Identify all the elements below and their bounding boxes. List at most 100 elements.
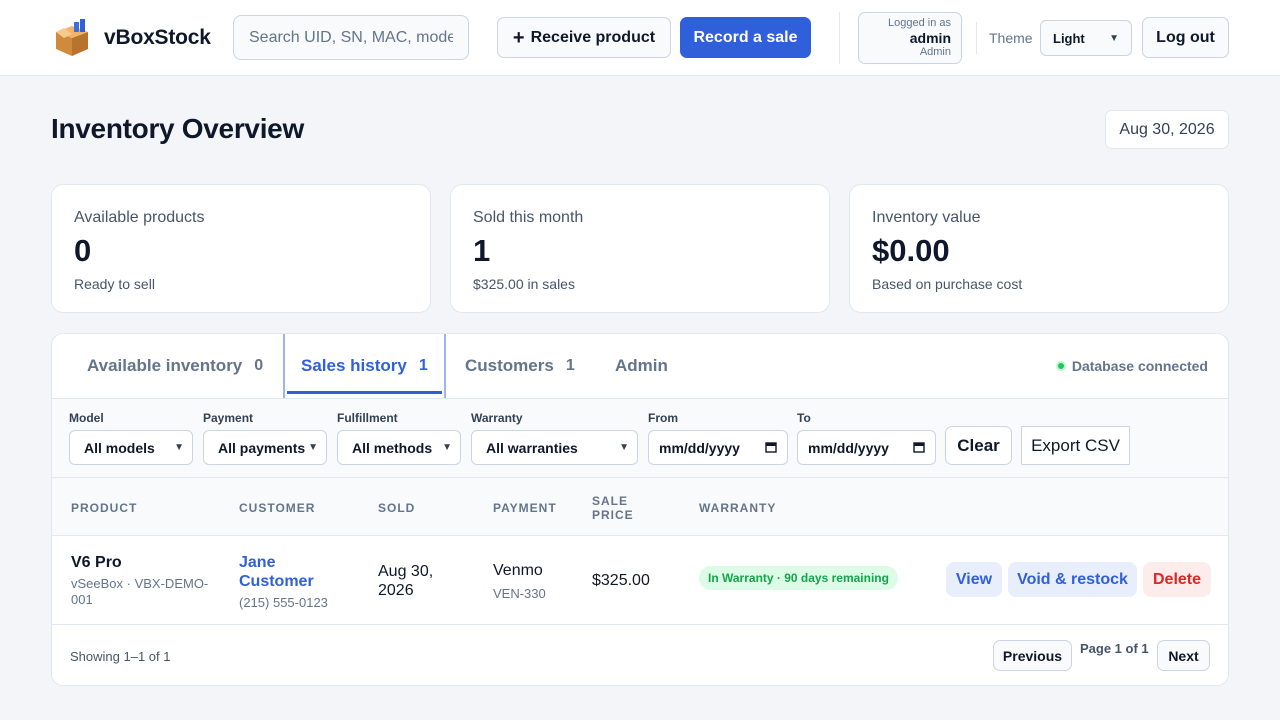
stat-value: 0 — [74, 233, 92, 268]
header-divider — [839, 12, 840, 64]
chevron-down-icon: ▼ — [308, 442, 318, 453]
warranty-badge: In Warranty · 90 days remaining — [699, 566, 898, 590]
stat-subtitle: Based on purchase cost — [872, 276, 1023, 292]
delete-button[interactable]: Delete — [1143, 562, 1211, 597]
product-cell: V6 Pro vSeeBox · VBX-DEMO-001 — [71, 554, 211, 608]
column-header-sale-price: Sale price — [592, 494, 634, 522]
calendar-icon — [913, 440, 925, 456]
fulfillment-filter-select[interactable]: All methods ▼ — [337, 430, 461, 465]
column-header-warranty: Warranty — [699, 501, 777, 515]
stat-card-sold: Sold this month 1 $325.00 in sales — [450, 184, 830, 313]
showing-count: Showing 1–1 of 1 — [70, 649, 171, 664]
header-divider-2 — [976, 22, 977, 54]
user-badge: Logged in as admin Admin — [858, 12, 962, 64]
tab-label: Customers — [465, 356, 554, 375]
next-page-button[interactable]: Next — [1157, 640, 1210, 671]
to-date-placeholder: mm/dd/yyyy — [808, 439, 889, 456]
tab-count: 1 — [418, 357, 428, 374]
fulfillment-filter-value: All methods — [352, 439, 433, 456]
stat-title: Inventory value — [872, 209, 981, 226]
clear-filters-button[interactable]: Clear — [945, 426, 1012, 465]
tab-label: Available inventory — [87, 356, 243, 375]
tab-label: Sales history — [301, 356, 407, 375]
theme-value: Light — [1053, 30, 1085, 46]
stat-card-inventory-value: Inventory value $0.00 Based on purchase … — [849, 184, 1229, 313]
tab-available-inventory[interactable]: Available inventory 0 — [87, 334, 263, 398]
stat-title: Sold this month — [473, 209, 584, 226]
warranty-filter-label: Warranty — [471, 411, 523, 425]
customer-cell: Jane Customer (215) 555-0123 — [239, 553, 349, 610]
sale-price: $325.00 — [592, 572, 650, 589]
receive-product-button[interactable]: + Receive product — [497, 17, 671, 58]
status-dot-icon — [1055, 361, 1066, 371]
chevron-down-icon: ▼ — [442, 442, 452, 453]
from-date-label: From — [648, 411, 678, 425]
user-role: Admin — [919, 46, 951, 58]
tab-count: 0 — [254, 357, 264, 374]
payment-method: Venmo — [493, 562, 543, 579]
plus-icon: + — [512, 26, 525, 49]
top-bar: vBoxStock + Receive product Record a sal… — [0, 0, 1280, 76]
payment-cell: Venmo VEN-330 — [493, 562, 546, 601]
table-footer: Showing 1–1 of 1 Previous Page 1 of 1 Ne… — [52, 625, 1228, 685]
warranty-filter-value: All warranties — [486, 439, 578, 456]
product-name: V6 Pro — [71, 554, 122, 571]
void-restock-button[interactable]: Void & restock — [1008, 562, 1137, 597]
sales-panel: Available inventory 0 Sales history 1 Cu… — [51, 333, 1229, 686]
export-csv-button[interactable]: Export CSV — [1021, 426, 1130, 465]
page-info: Page 1 of 1 — [1080, 641, 1149, 656]
database-status-label: Database connected — [1071, 358, 1208, 374]
brand-name: vBoxStock — [104, 26, 211, 49]
customer-phone: (215) 555-0123 — [239, 595, 328, 610]
fulfillment-filter-label: Fulfillment — [337, 411, 398, 425]
warranty-filter-select[interactable]: All warranties ▼ — [471, 430, 638, 465]
from-date-input[interactable]: mm/dd/yyyy — [648, 430, 788, 465]
payment-filter-label: Payment — [203, 411, 254, 425]
tab-count: 1 — [565, 357, 575, 374]
record-sale-button[interactable]: Record a sale — [680, 17, 811, 58]
page-title: Inventory Overview — [51, 113, 304, 144]
product-detail: vSeeBox · VBX-DEMO-001 — [71, 576, 209, 607]
logout-button[interactable]: Log out — [1142, 17, 1229, 58]
tab-sales-history[interactable]: Sales history 1 — [283, 334, 446, 400]
stat-value: $0.00 — [872, 233, 950, 268]
model-filter-value: All models — [84, 439, 155, 456]
table-header: Product Customer Sold Payment Sale price… — [52, 478, 1228, 536]
sold-date: Aug 30, 2026 — [378, 563, 434, 599]
column-header-sold: Sold — [378, 501, 416, 515]
tab-admin[interactable]: Admin — [615, 334, 668, 398]
search-input[interactable] — [233, 15, 469, 60]
previous-page-button[interactable]: Previous — [993, 640, 1072, 671]
tab-label: Admin — [615, 356, 668, 375]
column-header-customer: Customer — [239, 501, 316, 515]
current-date: Aug 30, 2026 — [1105, 110, 1229, 149]
to-date-label: To — [797, 411, 811, 425]
database-status: Database connected — [1055, 358, 1208, 374]
chevron-down-icon: ▼ — [1109, 32, 1119, 44]
filter-bar: Model All models ▼ Payment All payments … — [52, 398, 1228, 478]
chevron-down-icon: ▼ — [619, 442, 629, 453]
receive-product-label: Receive product — [530, 28, 656, 46]
payment-filter-select[interactable]: All payments ▼ — [203, 430, 327, 465]
customer-link[interactable]: Jane Customer — [239, 553, 349, 591]
theme-select[interactable]: Light ▼ — [1040, 20, 1132, 56]
column-header-payment: Payment — [493, 501, 557, 515]
table-row: V6 Pro vSeeBox · VBX-DEMO-001 Jane Custo… — [52, 536, 1228, 625]
model-filter-select[interactable]: All models ▼ — [69, 430, 193, 465]
view-button[interactable]: View — [946, 562, 1002, 597]
model-filter-label: Model — [69, 411, 104, 425]
username: admin — [909, 30, 951, 46]
tab-customers[interactable]: Customers 1 — [465, 334, 575, 398]
payment-reference: VEN-330 — [493, 586, 546, 601]
to-date-input[interactable]: mm/dd/yyyy — [797, 430, 936, 465]
from-date-placeholder: mm/dd/yyyy — [659, 439, 740, 456]
calendar-icon — [765, 440, 777, 456]
logged-in-label: Logged in as — [888, 17, 951, 29]
payment-filter-value: All payments — [218, 439, 306, 456]
stat-card-available: Available products 0 Ready to sell — [51, 184, 431, 313]
warranty-cell: In Warranty · 90 days remaining — [699, 566, 898, 590]
stat-subtitle: $325.00 in sales — [473, 276, 575, 292]
chevron-down-icon: ▼ — [174, 442, 184, 453]
stat-value: 1 — [473, 233, 491, 268]
theme-label: Theme — [989, 30, 1033, 46]
